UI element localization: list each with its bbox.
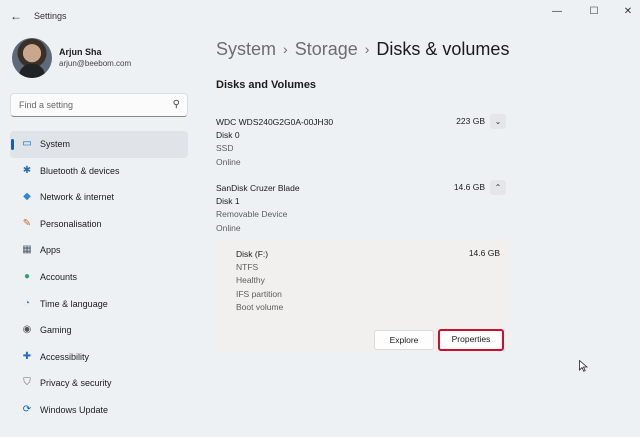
gamepad-icon: ◉ [22,324,32,336]
sidebar-item-network[interactable]: ◆ Network & internet [10,184,188,211]
clock-globe-icon: ◔ [23,297,31,309]
breadcrumb: System › Storage › Disks & volumes [216,39,509,60]
apps-icon: ▦ [22,244,32,256]
volume-role: Boot volume [236,301,284,312]
sidebar-item-privacy[interactable]: ⛉ Privacy & security [10,370,188,397]
volume-filesystem: NTFS [236,262,259,273]
sidebar-item-bluetooth[interactable]: ✱ Bluetooth & devices [10,158,188,185]
volume-panel: Disk (F:) NTFS Healthy IFS partition Boo… [216,239,510,352]
sidebar-item-label: Gaming [40,325,72,336]
sidebar-item-label: Personalisation [40,218,102,229]
sidebar-item-accounts[interactable]: ● Accounts [10,264,188,291]
sidebar-item-label: Privacy & security [40,378,112,389]
explore-button[interactable]: Explore [374,330,434,350]
sidebar-nav: ▭ System ✱ Bluetooth & devices ◆ Network… [10,131,188,424]
sidebar-item-time-language[interactable]: ◔ Time & language [10,291,188,318]
page-title: Disks & volumes [376,39,510,59]
volume-partition: IFS partition [236,288,282,299]
chevron-up-icon[interactable]: ⌃ [490,180,506,195]
back-arrow-icon[interactable]: ← [10,9,24,23]
chevron-down-icon[interactable]: ⌄ [490,114,506,129]
network-icon: ◆ [23,191,31,203]
bluetooth-icon: ✱ [22,164,32,176]
search-icon: ⚲ [172,99,180,110]
disk-type: Removable Device [216,209,288,220]
volume-size: 14.6 GB [468,248,500,258]
shield-icon: ⛉ [23,377,31,389]
sidebar-item-label: Time & language [40,298,108,309]
volume-name: Disk (F:) [236,249,269,259]
search-input[interactable]: Find a setting ⚲ [10,93,188,117]
disk-size: 223 GB [456,116,485,126]
disk-type: SSD [216,143,234,154]
search-placeholder: Find a setting [19,100,74,110]
sidebar-item-windows-update[interactable]: ⟳ Windows Update [10,397,188,424]
disk-number: Disk 1 [216,196,240,207]
volume-health: Healthy [236,275,265,286]
sidebar-item-label: Accounts [40,271,78,282]
minimize-button[interactable]: — [546,5,568,19]
mouse-cursor-icon [579,360,588,372]
sidebar-item-label: Windows Update [40,404,109,415]
section-title: Disks and Volumes [216,79,317,91]
system-icon: ▭ [22,138,32,149]
disk-status: Online [216,222,241,233]
sidebar-item-label: Accessibility [40,351,90,362]
sidebar-item-system[interactable]: ▭ System [10,131,188,158]
sidebar-item-gaming[interactable]: ◉ Gaming [10,317,188,344]
sidebar-item-label: System [40,139,71,149]
maximize-button[interactable]: ☐ [583,5,605,19]
title-bar: ← Settings — ☐ ✕ [0,0,640,32]
disk-item[interactable]: WDC WDS240G2G0A-00JH30 Disk 0 SSD Online… [216,114,516,169]
sidebar-item-label: Apps [40,245,61,256]
chevron-right-icon: › [283,41,288,57]
person-icon: ● [23,270,31,282]
properties-button[interactable]: Properties [438,329,504,351]
disk-item[interactable]: SanDisk Cruzer Blade Disk 1 Removable De… [216,180,516,235]
avatar [12,38,52,78]
close-button[interactable]: ✕ [617,5,639,19]
active-indicator [11,139,14,150]
profile-name: Arjun Sha [59,47,102,57]
breadcrumb-system[interactable]: System [216,39,276,59]
breadcrumb-storage[interactable]: Storage [295,39,358,59]
brush-icon: ✎ [22,217,32,229]
app-title: Settings [34,11,67,21]
sidebar-item-accessibility[interactable]: ✚ Accessibility [10,344,188,371]
sidebar-item-label: Network & internet [40,192,115,203]
user-profile[interactable]: Arjun Sha arjun@beebom.com [12,38,192,82]
sidebar-item-label: Bluetooth & devices [40,165,120,176]
chevron-right-icon: › [364,41,370,57]
update-icon: ⟳ [22,403,32,415]
profile-email: arjun@beebom.com [59,59,132,68]
disk-number: Disk 0 [216,130,240,141]
accessibility-icon: ✚ [22,350,32,362]
sidebar-item-apps[interactable]: ▦ Apps [10,237,188,264]
volume-details: Disk (F:) NTFS Healthy IFS partition Boo… [236,248,500,314]
disk-status: Online [216,156,241,167]
disk-size: 14.6 GB [453,182,485,192]
sidebar-item-personalisation[interactable]: ✎ Personalisation [10,211,188,238]
